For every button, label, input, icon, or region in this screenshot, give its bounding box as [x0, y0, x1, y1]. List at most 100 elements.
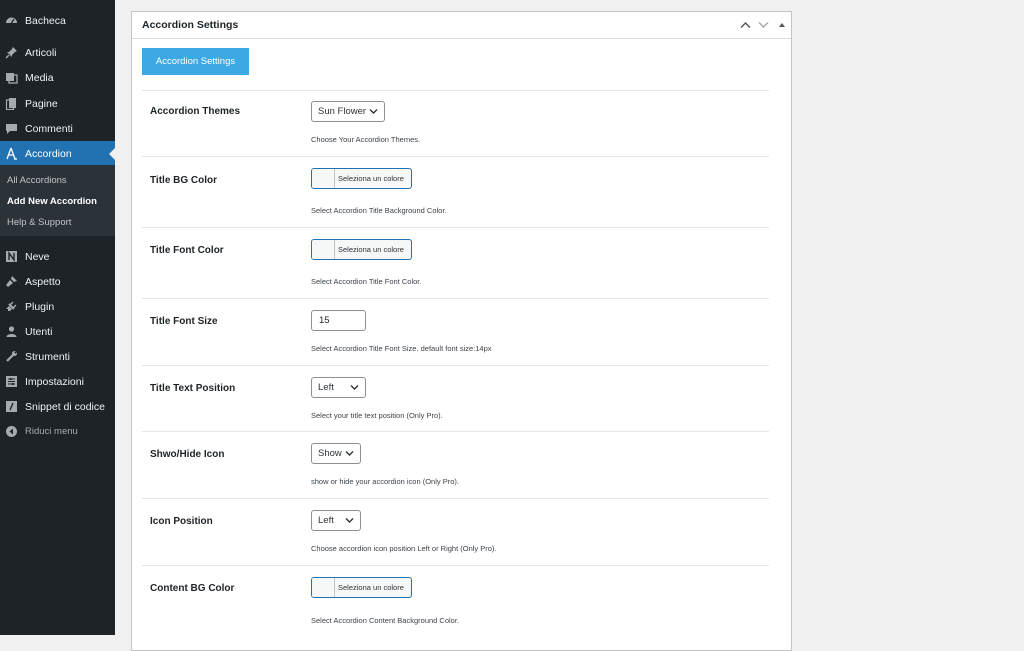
title-font-color-picker[interactable]: Seleziona un colore	[311, 239, 412, 260]
setting-row-show-hide-icon: Shwo/Hide Icon Show show or hide your ac…	[142, 431, 769, 499]
setting-row-title-font-color: Title Font Color Seleziona un colore Sel…	[142, 227, 769, 299]
select-value: Left	[318, 382, 334, 393]
menu-label: Aspetto	[25, 275, 61, 288]
select-value: Sun Flower	[318, 106, 367, 117]
color-picker-label: Seleziona un colore	[338, 174, 404, 183]
accordion-submenu: All Accordions Add New Accordion Help & …	[0, 165, 115, 236]
setting-label: Title Font Size	[150, 316, 218, 327]
code-icon	[5, 400, 18, 413]
menu-label: Commenti	[25, 122, 73, 135]
chevron-down-icon	[369, 107, 378, 119]
setting-label: Shwo/Hide Icon	[150, 449, 225, 460]
setting-label: Title BG Color	[150, 175, 218, 186]
setting-row-title-bg-color: Title BG Color Seleziona un colore Selec…	[142, 156, 769, 228]
setting-row-icon-position: Icon Position Left Choose accordion icon…	[142, 498, 769, 566]
accordion-settings-panel: Accordion Settings Accordion Settings Ac…	[131, 11, 792, 651]
collapse-label: Riduci menu	[25, 426, 78, 437]
title-text-position-select[interactable]: Left	[311, 377, 366, 398]
menu-item-pagine[interactable]: Pagine	[0, 91, 115, 116]
menu-label: Articoli	[25, 46, 57, 59]
panel-header: Accordion Settings	[132, 12, 791, 39]
menu-label: Snippet di codice	[25, 400, 105, 413]
plugin-icon	[5, 300, 18, 313]
setting-label: Title Font Color	[150, 245, 224, 256]
menu-label: Plugin	[25, 300, 55, 313]
users-icon	[5, 325, 18, 338]
setting-description: Select Accordion Title Font Color.	[311, 277, 422, 286]
menu-item-neve[interactable]: Neve	[0, 244, 115, 269]
menu-item-media[interactable]: Media	[0, 65, 115, 90]
menu-item-snippet-di-codice[interactable]: Snippet di codice	[0, 394, 115, 419]
icon-position-select[interactable]: Left	[311, 510, 361, 531]
move-down-icon[interactable]	[756, 18, 770, 32]
submenu-add-new-accordion[interactable]: Add New Accordion	[7, 196, 97, 207]
menu-label: Impostazioni	[25, 375, 84, 388]
chevron-down-icon	[345, 516, 354, 528]
menu-item-strumenti[interactable]: Strumenti	[0, 344, 115, 369]
settings-icon	[5, 375, 18, 388]
submenu-help-support[interactable]: Help & Support	[7, 217, 71, 228]
themes-select[interactable]: Sun Flower	[311, 101, 385, 122]
neve-icon	[5, 250, 18, 263]
collapse-menu-button[interactable]: Riduci menu	[0, 419, 115, 444]
chevron-down-icon	[350, 383, 359, 395]
chevron-down-icon	[345, 449, 354, 461]
menu-item-impostazioni[interactable]: Impostazioni	[0, 369, 115, 394]
accordion-icon	[5, 147, 18, 160]
move-up-icon[interactable]	[738, 18, 752, 32]
menu-item-articoli[interactable]: Articoli	[0, 40, 115, 65]
title-font-size-input[interactable]: 15	[311, 310, 366, 331]
menu-label: Neve	[25, 250, 50, 263]
setting-description: show or hide your accordion icon (Only P…	[311, 477, 459, 486]
menu-label: Bacheca	[25, 14, 66, 27]
color-picker-label: Seleziona un colore	[338, 583, 404, 592]
setting-description: Select Accordion Title Background Color.	[311, 206, 447, 215]
dashboard-icon	[5, 14, 18, 27]
setting-label: Accordion Themes	[150, 106, 241, 117]
setting-row-title-font-size: Title Font Size 15 Select Accordion Titl…	[142, 298, 769, 366]
admin-sidebar: Bacheca Articoli Media Pagine Commenti A…	[0, 0, 115, 635]
menu-item-accordion[interactable]: Accordion	[0, 141, 115, 166]
pin-icon	[5, 46, 18, 59]
setting-description: Select Accordion Title Font Size. defaul…	[311, 344, 492, 353]
menu-item-utenti[interactable]: Utenti	[0, 319, 115, 344]
setting-description: Choose Your Accordion Themes.	[311, 135, 421, 144]
setting-row-title-text-position: Title Text Position Left Select your tit…	[142, 365, 769, 432]
color-swatch	[312, 578, 335, 597]
menu-label: Strumenti	[25, 350, 70, 363]
setting-description: Select Accordion Content Background Colo…	[311, 616, 460, 625]
media-icon	[5, 71, 18, 84]
menu-item-bacheca[interactable]: Bacheca	[0, 8, 115, 33]
menu-label: Utenti	[25, 325, 53, 338]
pages-icon	[5, 97, 18, 110]
color-picker-label: Seleziona un colore	[338, 245, 404, 254]
menu-label: Pagine	[25, 97, 58, 110]
color-swatch	[312, 169, 335, 188]
menu-item-plugin[interactable]: Plugin	[0, 294, 115, 319]
menu-item-aspetto[interactable]: Aspetto	[0, 269, 115, 294]
setting-label: Title Text Position	[150, 383, 236, 394]
show-hide-icon-select[interactable]: Show	[311, 443, 361, 464]
collapse-icon	[5, 425, 18, 438]
content-bg-color-picker[interactable]: Seleziona un colore	[311, 577, 412, 598]
setting-row-accordion-themes: Accordion Themes Sun Flower Choose Your …	[142, 90, 769, 157]
setting-label: Icon Position	[150, 516, 213, 527]
accordion-settings-button[interactable]: Accordion Settings	[142, 48, 249, 75]
panel-title: Accordion Settings	[142, 19, 239, 31]
setting-description: Choose accordion icon position Left or R…	[311, 544, 497, 553]
tools-icon	[5, 350, 18, 363]
color-swatch	[312, 240, 335, 259]
menu-item-commenti[interactable]: Commenti	[0, 116, 115, 141]
title-bg-color-picker[interactable]: Seleziona un colore	[311, 168, 412, 189]
select-value: Left	[318, 515, 334, 526]
menu-label: Accordion	[25, 147, 72, 160]
comments-icon	[5, 122, 18, 135]
submenu-all-accordions[interactable]: All Accordions	[7, 175, 67, 186]
appearance-icon	[5, 275, 18, 288]
setting-row-content-bg-color: Content BG Color Seleziona un colore Sel…	[142, 565, 769, 637]
menu-label: Media	[25, 71, 54, 84]
toggle-panel-icon[interactable]	[775, 18, 789, 32]
setting-description: Select your title text position (Only Pr…	[311, 411, 443, 420]
setting-label: Content BG Color	[150, 583, 235, 594]
select-value: Show	[318, 448, 342, 459]
